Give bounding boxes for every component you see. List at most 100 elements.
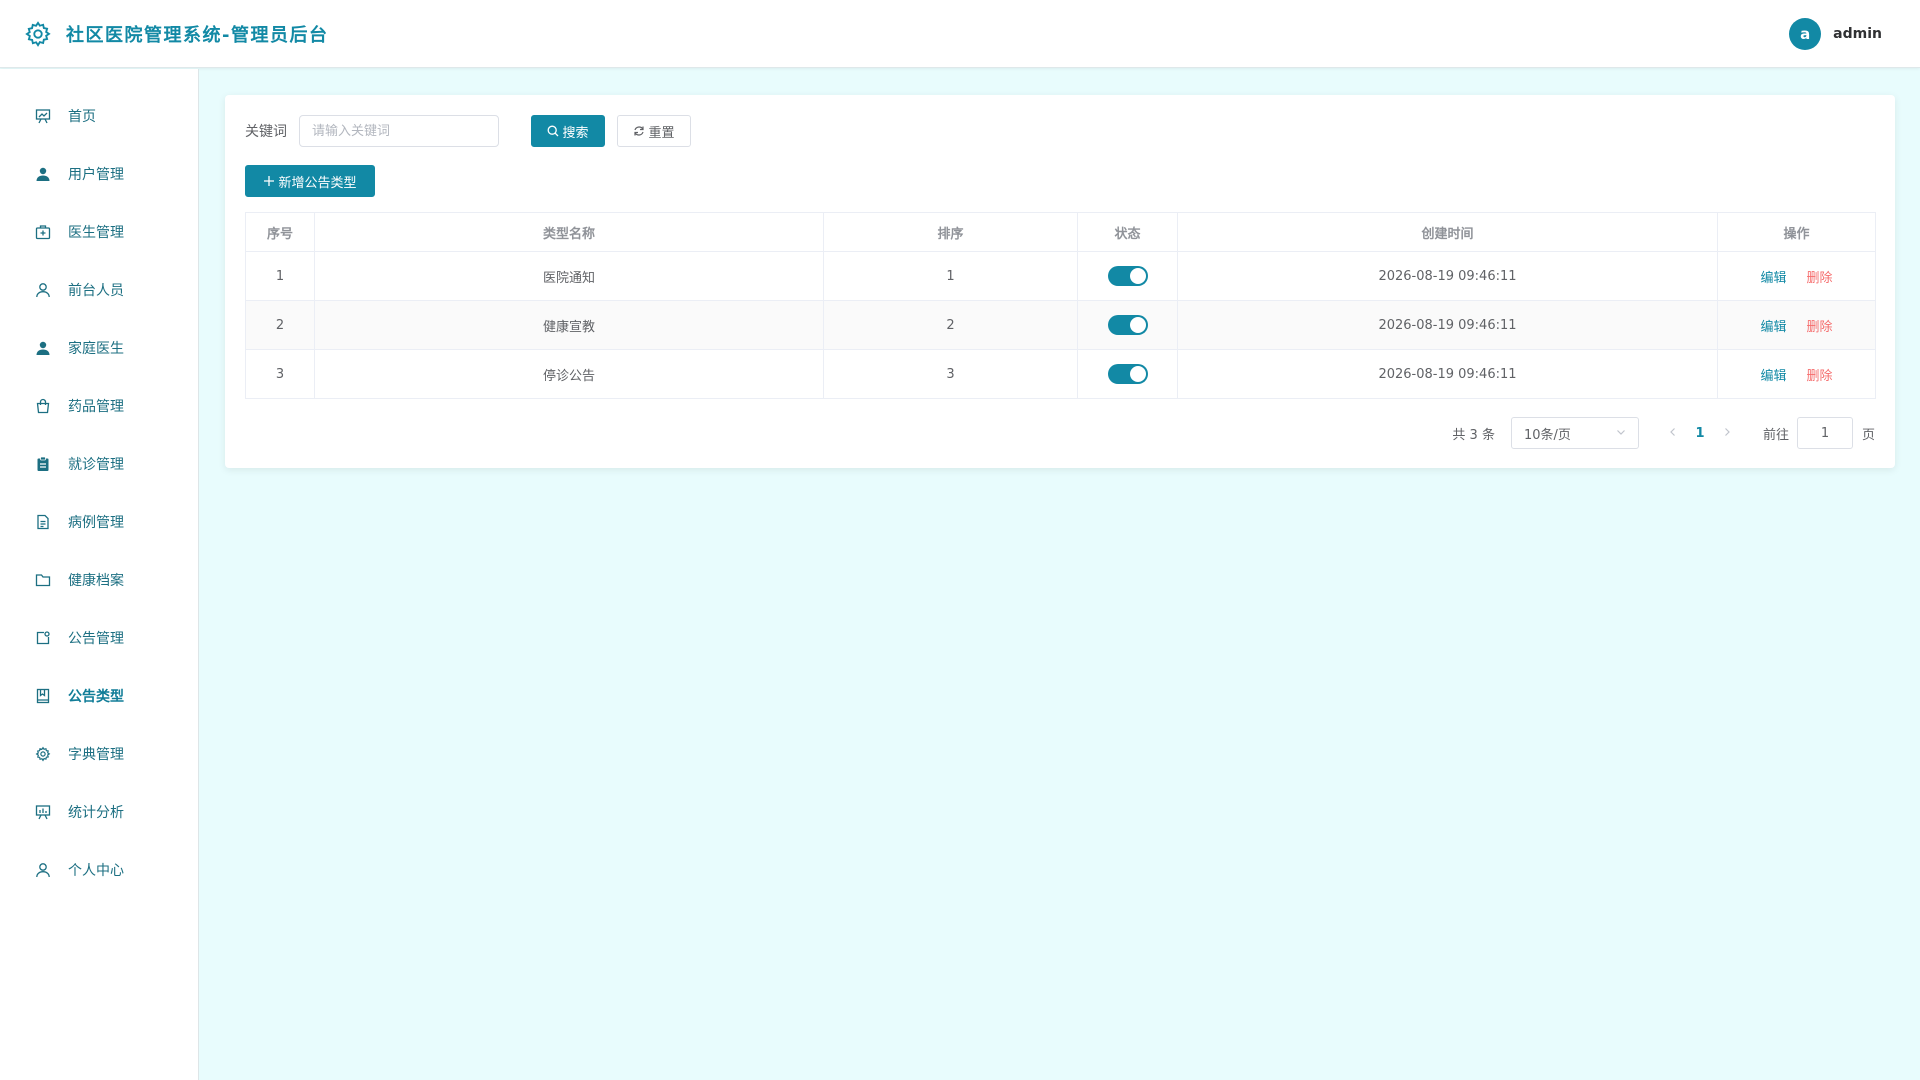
- edit-button[interactable]: 编辑: [1760, 320, 1786, 335]
- sidebar-item-label: 就诊管理: [68, 457, 124, 473]
- cell-index: 1: [245, 251, 315, 301]
- column-header-index: 序号: [245, 212, 315, 252]
- status-toggle[interactable]: [1107, 266, 1148, 286]
- table-header-row: 序号 类型名称 排序 状态 创建时间 操作: [245, 212, 1876, 252]
- cell-status: [1077, 300, 1178, 350]
- sidebar-item-visits[interactable]: 就诊管理: [0, 435, 198, 493]
- reset-button-label: 重置: [648, 125, 675, 141]
- column-header-actions: 操作: [1717, 212, 1876, 252]
- username[interactable]: admin: [1833, 26, 1882, 42]
- cell-sort: 3: [823, 349, 1078, 399]
- column-header-sort: 排序: [823, 212, 1078, 252]
- user-filled-icon: [34, 339, 52, 357]
- gear-icon: [34, 745, 52, 763]
- user-outline-icon: [34, 281, 52, 299]
- folder-icon: [34, 571, 52, 589]
- cell-index: 2: [245, 300, 315, 350]
- keyword-label: 关键词: [245, 124, 287, 140]
- notice-type-table: 序号 类型名称 排序 状态 创建时间 操作 1 医院通知 1 2026-08-1…: [245, 212, 1876, 399]
- delete-button[interactable]: 删除: [1807, 320, 1833, 335]
- sidebar-item-profile[interactable]: 个人中心: [0, 841, 198, 899]
- edit-button[interactable]: 编辑: [1760, 271, 1786, 286]
- user-menu[interactable]: a admin: [1789, 18, 1882, 50]
- sidebar-item-label: 用户管理: [68, 167, 124, 183]
- plus-icon: [263, 175, 275, 187]
- sidebar-item-label: 字典管理: [68, 747, 124, 763]
- status-toggle[interactable]: [1107, 364, 1148, 384]
- sidebar-item-label: 医生管理: [68, 225, 124, 241]
- sidebar-item-users[interactable]: 用户管理: [0, 145, 198, 203]
- cell-actions: 编辑 删除: [1717, 300, 1876, 350]
- edit-button[interactable]: 编辑: [1760, 369, 1786, 384]
- next-page-button[interactable]: [1715, 425, 1739, 441]
- goto-page-input[interactable]: [1796, 417, 1853, 449]
- sidebar-item-label: 个人中心: [68, 863, 124, 879]
- sidebar-item-doctors[interactable]: 医生管理: [0, 203, 198, 261]
- avatar[interactable]: a: [1789, 18, 1822, 50]
- delete-button[interactable]: 删除: [1807, 369, 1833, 384]
- sidebar-item-label: 家庭医生: [68, 341, 124, 357]
- page-number-current[interactable]: 1: [1685, 426, 1715, 441]
- column-header-name: 类型名称: [314, 212, 824, 252]
- sidebar-item-statistics[interactable]: 统计分析: [0, 783, 198, 841]
- user-outline-icon: [34, 861, 52, 879]
- search-button[interactable]: 搜索: [531, 115, 605, 147]
- cell-created: 2026-08-19 09:46:11: [1177, 251, 1718, 301]
- content-card: 关键词 搜索 重置 新增公告类型 序号 类型名称 排序: [225, 95, 1895, 468]
- search-bar: 关键词 搜索 重置: [245, 115, 691, 147]
- sidebar-item-family-doctor[interactable]: 家庭医生: [0, 319, 198, 377]
- table-row: 1 医院通知 1 2026-08-19 09:46:11 编辑 删除: [245, 251, 1876, 301]
- app-title: 社区医院管理系统-管理员后台: [66, 24, 329, 46]
- medical-box-icon: [34, 223, 52, 241]
- chevron-down-icon: [1616, 426, 1626, 441]
- cell-created: 2026-08-19 09:46:11: [1177, 300, 1718, 350]
- page-size-select[interactable]: 10条/页: [1510, 417, 1639, 449]
- notebook-icon: [34, 687, 52, 705]
- goto-suffix: 页: [1861, 427, 1875, 443]
- cell-status: [1077, 349, 1178, 399]
- table-row: 3 停诊公告 3 2026-08-19 09:46:11 编辑 删除: [245, 349, 1876, 399]
- cell-status: [1077, 251, 1178, 301]
- dashboard-icon: [34, 107, 52, 125]
- add-notice-type-button[interactable]: 新增公告类型: [245, 165, 375, 197]
- sidebar-item-dictionary[interactable]: 字典管理: [0, 725, 198, 783]
- prev-page-button[interactable]: [1661, 425, 1685, 441]
- sidebar-item-front-desk[interactable]: 前台人员: [0, 261, 198, 319]
- search-icon: [547, 125, 559, 137]
- chart-board-icon: [34, 803, 52, 821]
- pagination: 共 3 条 10条/页 1 前往 页: [1452, 417, 1875, 449]
- delete-button[interactable]: 删除: [1807, 271, 1833, 286]
- sidebar-item-cases[interactable]: 病例管理: [0, 493, 198, 551]
- cell-sort: 2: [823, 300, 1078, 350]
- pagination-total: 共 3 条: [1452, 427, 1495, 443]
- add-button-label: 新增公告类型: [278, 175, 357, 191]
- cell-actions: 编辑 删除: [1717, 349, 1876, 399]
- sidebar-item-label: 前台人员: [68, 283, 124, 299]
- keyword-input[interactable]: [299, 115, 499, 147]
- cell-actions: 编辑 删除: [1717, 251, 1876, 301]
- shopping-bag-icon: [34, 397, 52, 415]
- sidebar-item-home[interactable]: 首页: [0, 87, 198, 145]
- gear-logo-icon: [25, 20, 51, 47]
- sidebar-item-label: 公告管理: [68, 631, 124, 647]
- cell-name: 停诊公告: [314, 349, 824, 399]
- sidebar-item-health-records[interactable]: 健康档案: [0, 551, 198, 609]
- cell-index: 3: [245, 349, 315, 399]
- sidebar-item-label: 病例管理: [68, 515, 124, 531]
- sidebar-item-label: 健康档案: [68, 573, 124, 589]
- column-header-created: 创建时间: [1177, 212, 1718, 252]
- cell-name: 健康宣教: [314, 300, 824, 350]
- sidebar-item-label: 首页: [68, 109, 96, 125]
- page-size-value: 10条/页: [1523, 427, 1571, 443]
- status-toggle[interactable]: [1107, 315, 1148, 335]
- sidebar-item-notice-types[interactable]: 公告类型: [0, 667, 198, 725]
- clipboard-icon: [34, 455, 52, 473]
- notice-icon: [34, 629, 52, 647]
- cell-sort: 1: [823, 251, 1078, 301]
- sidebar-item-label: 公告类型: [68, 689, 124, 705]
- cell-created: 2026-08-19 09:46:11: [1177, 349, 1718, 399]
- sidebar-item-medicine[interactable]: 药品管理: [0, 377, 198, 435]
- sidebar-item-notices[interactable]: 公告管理: [0, 609, 198, 667]
- reset-button[interactable]: 重置: [617, 115, 691, 147]
- user-filled-icon: [34, 165, 52, 183]
